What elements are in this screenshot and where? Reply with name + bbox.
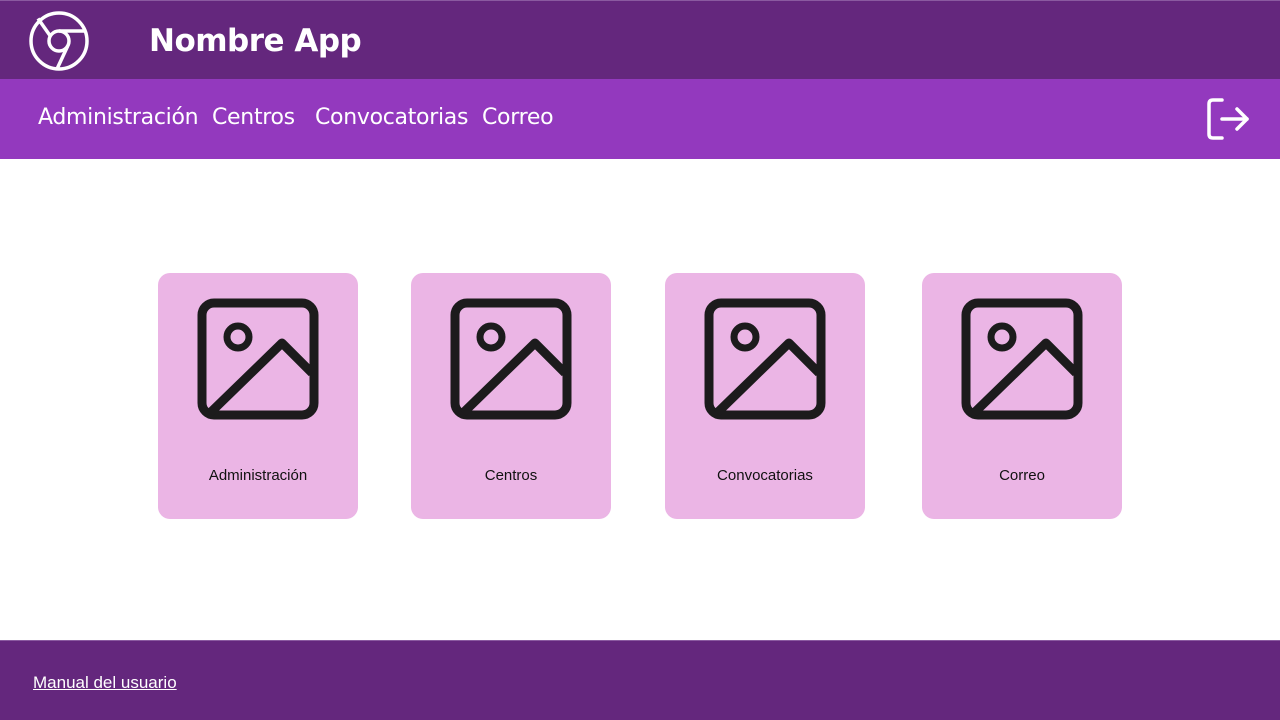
browser-logo-icon[interactable] (28, 10, 90, 72)
main-navbar: Administración Centros Convocatorias Cor… (0, 79, 1280, 159)
page: Nombre App Administración Centros Convoc… (0, 0, 1280, 720)
card-label: Administración (208, 467, 308, 484)
nav-item-centros[interactable]: Centros (212, 103, 295, 133)
image-placeholder-icon (197, 298, 319, 420)
card-centros[interactable]: Centros (411, 273, 611, 519)
image-placeholder-icon (961, 298, 1083, 420)
app-header: Nombre App (0, 0, 1280, 79)
card-label: Convocatorias (717, 467, 813, 484)
nav-item-correo[interactable]: Correo (482, 103, 554, 133)
card-correo[interactable]: Correo (922, 273, 1122, 519)
app-footer: Manual del usuario (0, 640, 1280, 720)
nav-item-administracion[interactable]: Administración (38, 103, 199, 133)
nav-item-convocatorias[interactable]: Convocatorias (315, 103, 468, 133)
card-label: Centros (484, 467, 538, 484)
user-manual-link[interactable]: Manual del usuario (33, 673, 177, 693)
card-administracion[interactable]: Administración (158, 273, 358, 519)
card-convocatorias[interactable]: Convocatorias (665, 273, 865, 519)
image-placeholder-icon (450, 298, 572, 420)
logout-icon[interactable] (1204, 97, 1252, 141)
image-placeholder-icon (704, 298, 826, 420)
app-title: Nombre App (149, 23, 362, 59)
card-label: Correo (999, 467, 1045, 484)
